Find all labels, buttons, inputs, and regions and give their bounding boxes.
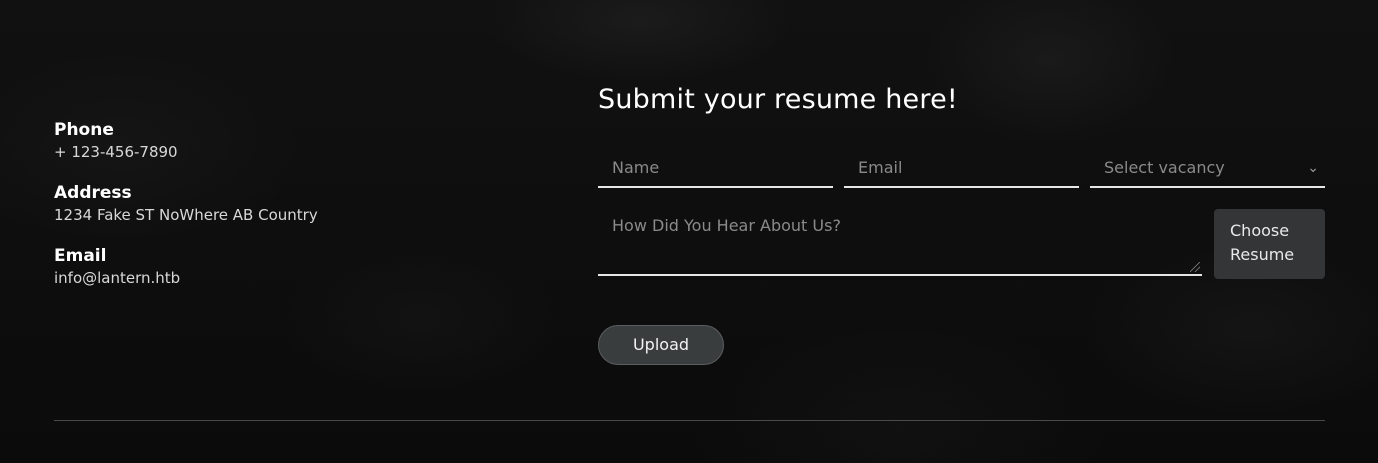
contact-info: Phone + 123-456-7890 Address 1234 Fake S… — [54, 118, 474, 307]
contact-address: Address 1234 Fake ST NoWhere AB Country — [54, 181, 474, 225]
email-label: Email — [54, 246, 107, 266]
heard-placeholder: How Did You Hear About Us? — [612, 216, 841, 235]
choose-resume-button[interactable]: Choose Resume — [1214, 209, 1325, 279]
chevron-down-icon: ⌄ — [1307, 160, 1319, 176]
contact-phone: Phone + 123-456-7890 — [54, 118, 474, 162]
phone-value: + 123-456-7890 — [54, 143, 178, 161]
address-label: Address — [54, 183, 132, 203]
form-row-fields: Name Email Select vacancy ⌄ — [598, 148, 1325, 190]
vacancy-select[interactable]: Select vacancy ⌄ — [1090, 148, 1325, 188]
upload-button[interactable]: Upload — [598, 325, 724, 365]
resize-handle-icon[interactable] — [1190, 262, 1200, 272]
vacancy-placeholder: Select vacancy — [1104, 158, 1225, 177]
name-input[interactable]: Name — [598, 148, 833, 188]
email-value: info@lantern.htb — [54, 269, 181, 287]
phone-label: Phone — [54, 120, 114, 140]
footer-divider — [54, 420, 1325, 421]
email-input[interactable]: Email — [844, 148, 1079, 188]
address-value: 1234 Fake ST NoWhere AB Country — [54, 206, 318, 224]
form-title: Submit your resume here! — [598, 84, 958, 115]
contact-email: Email info@lantern.htb — [54, 244, 474, 288]
resume-form: Submit your resume here! Name Email Sele… — [598, 80, 1325, 365]
heard-about-us-textarea[interactable]: How Did You Hear About Us? — [598, 210, 1202, 276]
